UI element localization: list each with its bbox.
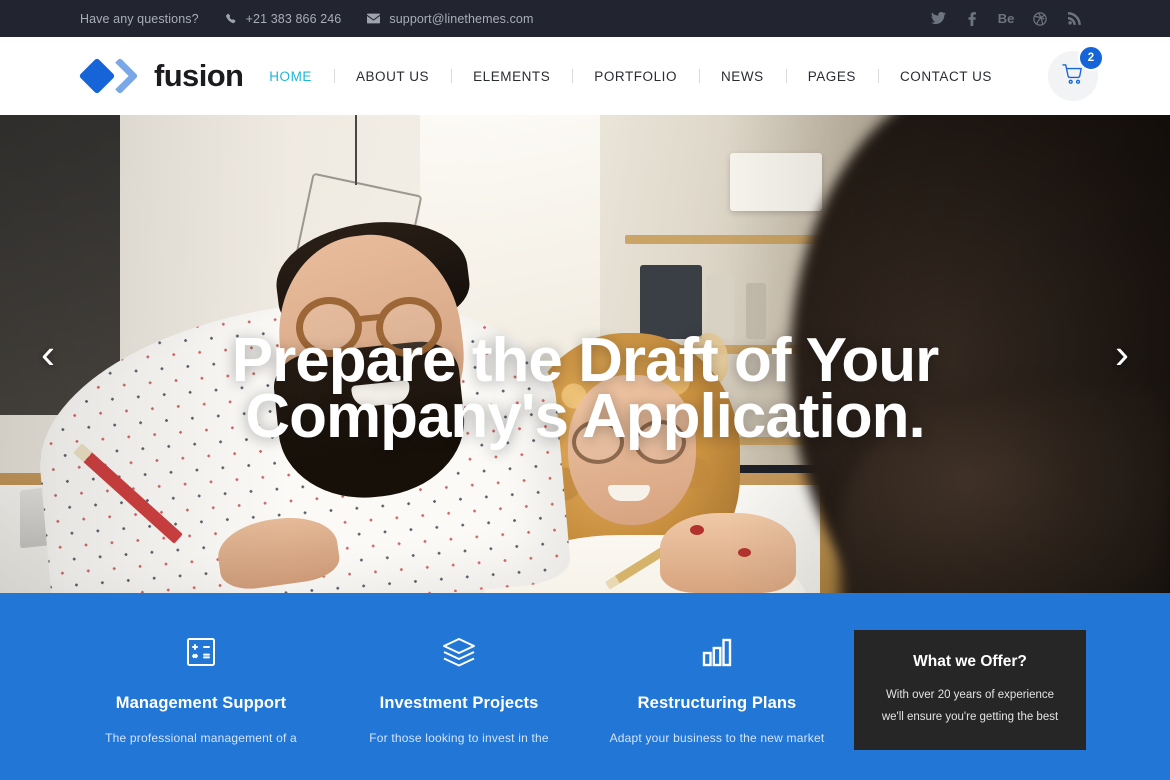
feature-description: Adapt your business to the new market xyxy=(609,731,825,745)
feature-title: Investment Projects xyxy=(379,694,539,712)
hero-title: Prepare the Draft of Your Company's Appl… xyxy=(0,326,1170,451)
brand-logo[interactable]: fusion xyxy=(78,57,244,95)
feature-description: The professional management of a xyxy=(105,731,297,745)
rss-icon[interactable] xyxy=(1066,11,1082,27)
bar-chart-icon xyxy=(588,631,846,673)
feature-investment-projects[interactable]: Investment Projects For those looking to… xyxy=(330,631,588,780)
calculator-icon xyxy=(72,631,330,673)
offer-line-2: we'll ensure you're getting the best xyxy=(881,710,1059,723)
slider-next-arrow-icon[interactable]: › xyxy=(1102,333,1142,375)
phone-item[interactable]: +21 383 866 246 xyxy=(225,12,342,26)
top-bar: Have any questions? +21 383 866 246 supp… xyxy=(0,0,1170,37)
phone-number: +21 383 866 246 xyxy=(245,11,342,26)
phone-icon xyxy=(225,13,237,25)
behance-icon[interactable]: Be xyxy=(998,11,1015,27)
brand-name: fusion xyxy=(154,58,244,93)
slider-prev-arrow-icon[interactable]: ‹ xyxy=(28,333,68,375)
hero-title-line-2: Company's Application. xyxy=(245,382,925,451)
feature-restructuring-plans[interactable]: Restructuring Plans Adapt your business … xyxy=(588,631,846,780)
fusion-diamond-logo-icon xyxy=(78,57,142,95)
nav-item-portfolio[interactable]: PORTFOLIO xyxy=(572,69,699,84)
what-we-offer-card[interactable]: What we Offer? With over 20 years of exp… xyxy=(854,630,1086,750)
hero-slider: Prepare the Draft of Your Company's Appl… xyxy=(0,115,1170,593)
nav-item-pages[interactable]: PAGES xyxy=(786,69,878,84)
layers-icon xyxy=(330,631,588,673)
feature-management-support[interactable]: Management Support The professional mana… xyxy=(72,631,330,780)
questions-label: Have any questions? xyxy=(80,11,199,26)
offer-title: What we Offer? xyxy=(913,652,1027,670)
hero-title-line-1: Prepare the Draft of Your xyxy=(231,326,940,395)
cart-button[interactable]: 2 xyxy=(1048,45,1104,101)
feature-description: For those looking to invest in the xyxy=(369,731,549,745)
envelope-icon xyxy=(367,13,381,24)
site-header: fusion HOME ABOUT US ELEMENTS PORTFOLIO … xyxy=(0,37,1170,121)
shopping-cart-icon xyxy=(1062,63,1084,89)
dribbble-icon[interactable] xyxy=(1032,11,1048,27)
twitter-icon[interactable] xyxy=(930,11,946,27)
offer-line-1: With over 20 years of experience xyxy=(885,688,1055,701)
cart-count-badge: 2 xyxy=(1078,45,1104,71)
social-links: Be xyxy=(930,11,1082,27)
nav-item-elements[interactable]: ELEMENTS xyxy=(451,69,572,84)
top-bar-contact-group: Have any questions? +21 383 866 246 supp… xyxy=(80,12,533,26)
nav-item-contact-us[interactable]: CONTACT US xyxy=(878,69,1014,84)
nav-item-about-us[interactable]: ABOUT US xyxy=(334,69,451,84)
questions-text: Have any questions? xyxy=(80,12,199,26)
feature-title: Restructuring Plans xyxy=(637,694,797,712)
feature-title: Management Support xyxy=(115,694,287,712)
email-item[interactable]: support@linethemes.com xyxy=(367,12,533,26)
facebook-icon[interactable] xyxy=(964,11,980,27)
nav-item-news[interactable]: NEWS xyxy=(699,69,786,84)
email-address: support@linethemes.com xyxy=(389,11,534,26)
main-navigation: HOME ABOUT US ELEMENTS PORTFOLIO NEWS PA… xyxy=(247,69,1014,84)
nav-item-home[interactable]: HOME xyxy=(247,69,334,84)
